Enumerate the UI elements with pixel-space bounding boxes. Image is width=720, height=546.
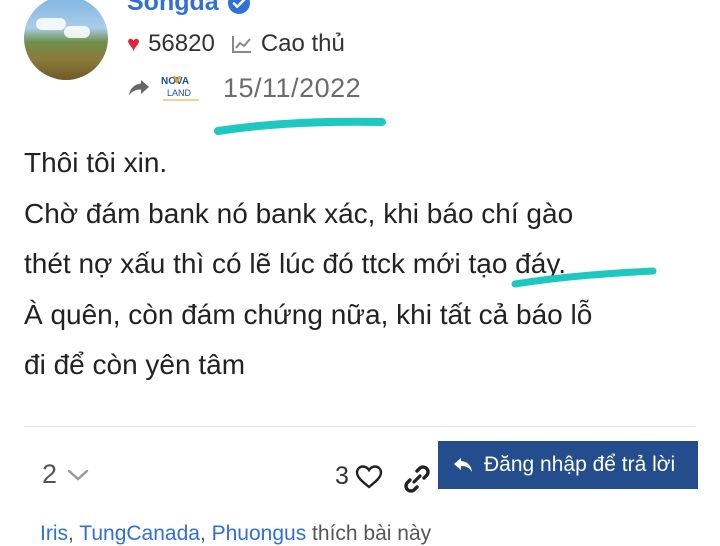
- like-button[interactable]: 3: [335, 462, 383, 491]
- content-line: À quên, còn đám chứng nữa, khi tất cả bá…: [24, 298, 593, 330]
- link-icon[interactable]: [400, 462, 434, 496]
- liker-link[interactable]: Phuongus: [212, 522, 307, 545]
- content-line: đi để còn yên tâm: [24, 349, 246, 380]
- post-date[interactable]: 15/11/2022: [223, 73, 361, 104]
- reply-button-label: Đăng nhập để trả lời: [484, 453, 676, 476]
- post-meta: NOVA LAND 15/11/2022: [127, 72, 361, 104]
- likers-suffix: thích bài này: [306, 522, 432, 545]
- verified-icon: [227, 0, 250, 14]
- username-row: Songda: [127, 0, 251, 17]
- like-count: 3: [335, 462, 349, 490]
- reply-icon: [454, 458, 472, 472]
- share-icon[interactable]: [127, 77, 151, 99]
- liker-link[interactable]: TungCanada: [79, 522, 200, 545]
- likers-line: Iris, TungCanada, Phuongus thích bài này: [40, 522, 432, 545]
- reply-count: 2: [42, 459, 58, 489]
- divider: [24, 426, 696, 427]
- highlight-underline-text: [511, 267, 657, 288]
- avatar[interactable]: [24, 0, 108, 80]
- username-link[interactable]: Songda: [127, 0, 219, 17]
- replies-toggle[interactable]: 2: [42, 459, 89, 490]
- chevron-down-icon: [67, 469, 89, 481]
- highlight-underline-date: [214, 117, 386, 135]
- content-line: Thôi tôi xin.: [24, 147, 168, 178]
- chart-icon: [231, 36, 251, 53]
- heart-outline-icon: [355, 464, 383, 489]
- novaland-logo: NOVA LAND: [161, 75, 199, 101]
- content-line: Chờ đám bank nó bank xác, khi báo chí gà…: [24, 197, 574, 229]
- login-to-reply-button[interactable]: Đăng nhập để trả lời: [438, 441, 698, 489]
- heart-icon: ♥: [127, 31, 141, 56]
- user-rank: Cao thủ: [260, 30, 345, 57]
- svg-text:LAND: LAND: [167, 88, 192, 98]
- liker-link[interactable]: Iris: [40, 522, 68, 545]
- user-likes-count: 56820: [148, 30, 215, 57]
- user-stats: ♥ 56820 Cao thủ: [127, 30, 345, 58]
